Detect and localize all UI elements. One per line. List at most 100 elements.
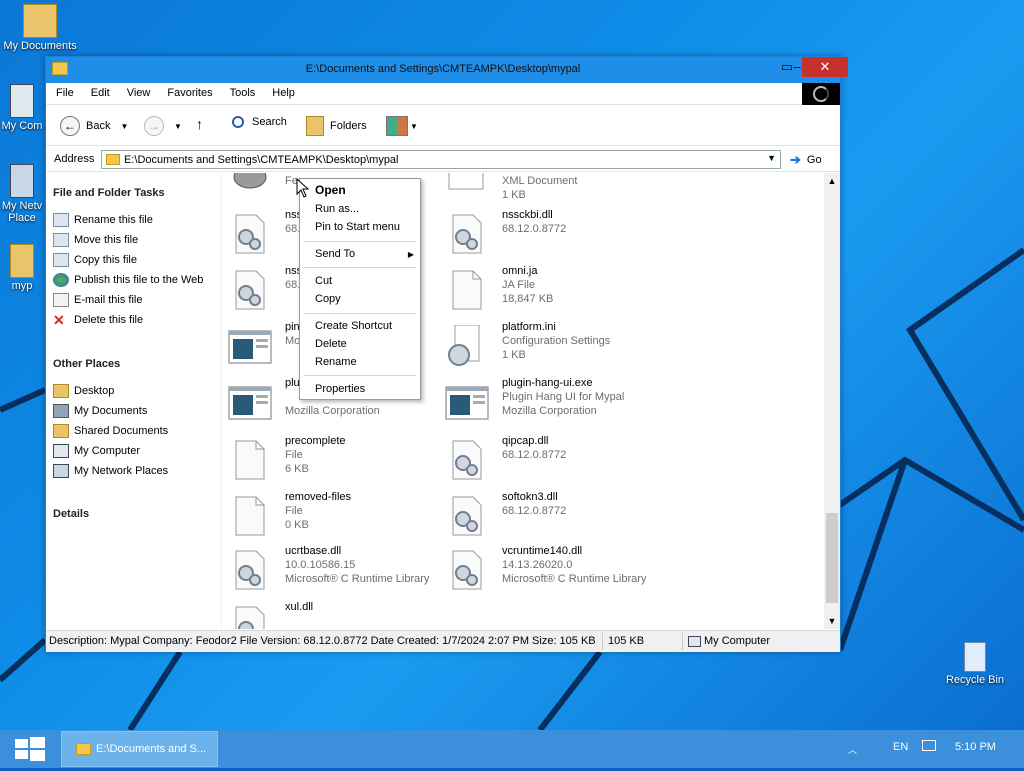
- chevron-down-icon[interactable]: ▼: [120, 122, 128, 131]
- computer-icon: [10, 84, 34, 118]
- file-folder-tasks-heading: File and Folder Tasks: [53, 187, 165, 199]
- explorer-window: E:\Documents and Settings\CMTEAMPK\Deskt…: [45, 56, 848, 652]
- file-item[interactable]: softokn3.dll 68.12.0.8772: [445, 491, 660, 541]
- back-button[interactable]: ← Back ▼: [60, 116, 128, 136]
- search-icon: [232, 116, 244, 128]
- folder-icon: [106, 154, 120, 165]
- menu-separator: [304, 313, 416, 314]
- menu-view[interactable]: View: [117, 83, 158, 99]
- other-places-heading: Other Places: [53, 358, 121, 370]
- file-detail-2: 0 KB: [285, 519, 309, 531]
- menu-item-open[interactable]: Open: [315, 183, 346, 197]
- views-button[interactable]: ▼: [386, 116, 418, 136]
- menu-item-copy[interactable]: Copy: [315, 293, 341, 305]
- scrollbar-thumb[interactable]: [826, 513, 838, 603]
- file-name: xul.dll: [285, 601, 314, 613]
- folder-icon: [76, 743, 91, 755]
- up-button[interactable]: ↑: [196, 116, 203, 132]
- file-item[interactable]: platform.ini Configuration Settings 1 KB: [445, 321, 660, 371]
- desktop-icon-recycle-bin[interactable]: Recycle Bin: [935, 642, 1015, 686]
- folders-button[interactable]: Folders: [306, 116, 367, 136]
- task-publish[interactable]: Publish this file to the Web: [53, 273, 203, 287]
- search-button[interactable]: Search: [232, 116, 287, 128]
- views-icon: [386, 116, 408, 136]
- menu-help[interactable]: Help: [262, 83, 302, 99]
- tray-chevron-icon[interactable]: ︿: [848, 743, 857, 756]
- folder-icon: [23, 4, 57, 38]
- forward-button[interactable]: → ▼: [144, 116, 182, 136]
- chevron-down-icon[interactable]: ▼: [767, 153, 776, 163]
- menu-item-send-to[interactable]: Send To: [315, 248, 355, 260]
- file-detail-1: 68.12.0.8772: [502, 505, 567, 517]
- window-titlebar[interactable]: E:\Documents and Settings\CMTEAMPK\Deskt…: [46, 57, 848, 83]
- chevron-down-icon[interactable]: ▼: [174, 122, 182, 131]
- scroll-up-arrow-icon[interactable]: ▲: [824, 173, 840, 189]
- mouse-cursor-icon: [296, 178, 310, 198]
- language-indicator[interactable]: EN: [893, 741, 908, 753]
- task-rename[interactable]: Rename this file: [53, 213, 153, 227]
- file-item[interactable]: xul.dll: [228, 601, 443, 629]
- file-item[interactable]: vcruntime140.dll 14.13.26020.0 Microsoft® …: [445, 545, 660, 595]
- desktop-icon-my-network-places[interactable]: My Netv Place: [0, 164, 50, 224]
- place-my-network-places[interactable]: My Network Places: [53, 464, 168, 478]
- address-input[interactable]: E:\Documents and Settings\CMTEAMPK\Deskt…: [101, 150, 781, 169]
- file-name: precomplete: [285, 435, 346, 447]
- file-item[interactable]: XML Document 1 KB: [445, 173, 660, 211]
- place-label: My Network Places: [74, 465, 169, 477]
- menu-item-cut[interactable]: Cut: [315, 275, 332, 287]
- desktop-icon-my-computer[interactable]: My Com: [0, 84, 50, 132]
- close-button[interactable]: ✕: [802, 57, 848, 77]
- place-desktop[interactable]: Desktop: [53, 384, 114, 398]
- menu-file[interactable]: File: [46, 83, 81, 99]
- place-my-computer[interactable]: My Computer: [53, 444, 140, 458]
- file-item[interactable]: nssckbi.dll 68.12.0.8772: [445, 209, 660, 259]
- file-detail-2: 1 KB: [502, 349, 526, 361]
- recycle-bin-icon: [964, 642, 986, 672]
- place-my-documents[interactable]: My Documents: [53, 404, 147, 418]
- maximize-button[interactable]: ▭: [774, 57, 800, 77]
- move-icon: [53, 233, 69, 247]
- file-name: removed-files: [285, 491, 352, 503]
- file-item[interactable]: plugin-hang-ui.exe Plugin Hang UI for Myp…: [445, 377, 660, 427]
- task-copy[interactable]: Copy this file: [53, 253, 137, 267]
- scroll-down-arrow-icon[interactable]: ▼: [824, 613, 840, 629]
- file-name: plugin-hang-ui.exe: [502, 377, 593, 389]
- file-item[interactable]: removed-files File 0 KB: [228, 491, 443, 541]
- menu-tools[interactable]: Tools: [220, 83, 263, 99]
- file-item[interactable]: omni.ja JA File 18,847 KB: [445, 265, 660, 315]
- task-label: Delete this file: [74, 314, 144, 326]
- network-tray-icon[interactable]: [922, 740, 936, 754]
- file-detail-2: Microsoft® C Runtime Library: [285, 573, 430, 585]
- place-shared-documents[interactable]: Shared Documents: [53, 424, 168, 438]
- task-delete[interactable]: ✕ Delete this file: [53, 313, 143, 327]
- mypal-app-icon: [228, 173, 270, 207]
- forward-arrow-icon: →: [144, 116, 164, 136]
- desktop-icon-my-documents[interactable]: My Documents: [0, 4, 80, 52]
- globe-icon: [53, 273, 69, 287]
- go-label: Go: [806, 154, 822, 166]
- file-item[interactable]: precomplete File 6 KB: [228, 435, 443, 485]
- status-zone: My Computer: [688, 635, 770, 647]
- menu-item-rename[interactable]: Rename: [315, 356, 357, 368]
- task-move[interactable]: Move this file: [53, 233, 138, 247]
- menu-item-delete[interactable]: Delete: [315, 338, 347, 350]
- place-label: My Computer: [74, 445, 141, 457]
- go-button[interactable]: ➔ Go: [790, 152, 822, 168]
- task-email[interactable]: E-mail this file: [53, 293, 142, 307]
- file-icon: [445, 269, 487, 311]
- start-button[interactable]: [0, 730, 60, 768]
- menu-item-pin-to-start[interactable]: Pin to Start menu: [315, 221, 400, 233]
- file-detail-1: 10.0.10586.15: [285, 559, 356, 571]
- desktop-icon-mypal[interactable]: myp: [0, 244, 50, 292]
- vertical-scrollbar[interactable]: ▲ ▼: [824, 173, 840, 629]
- menu-favorites[interactable]: Favorites: [157, 83, 219, 99]
- clock[interactable]: 5:10 PM: [955, 741, 996, 753]
- file-item[interactable]: ucrtbase.dll 10.0.10586.15 Microsoft® C Ru…: [228, 545, 443, 595]
- taskbar-window-button[interactable]: E:\Documents and S...: [61, 731, 218, 767]
- menu-edit[interactable]: Edit: [81, 83, 117, 99]
- menu-item-properties[interactable]: Properties: [315, 383, 365, 395]
- menu-item-run-as[interactable]: Run as...: [315, 203, 359, 215]
- task-label: Move this file: [74, 234, 139, 246]
- file-item[interactable]: qipcap.dll 68.12.0.8772: [445, 435, 660, 485]
- menu-item-create-shortcut[interactable]: Create Shortcut: [315, 320, 392, 332]
